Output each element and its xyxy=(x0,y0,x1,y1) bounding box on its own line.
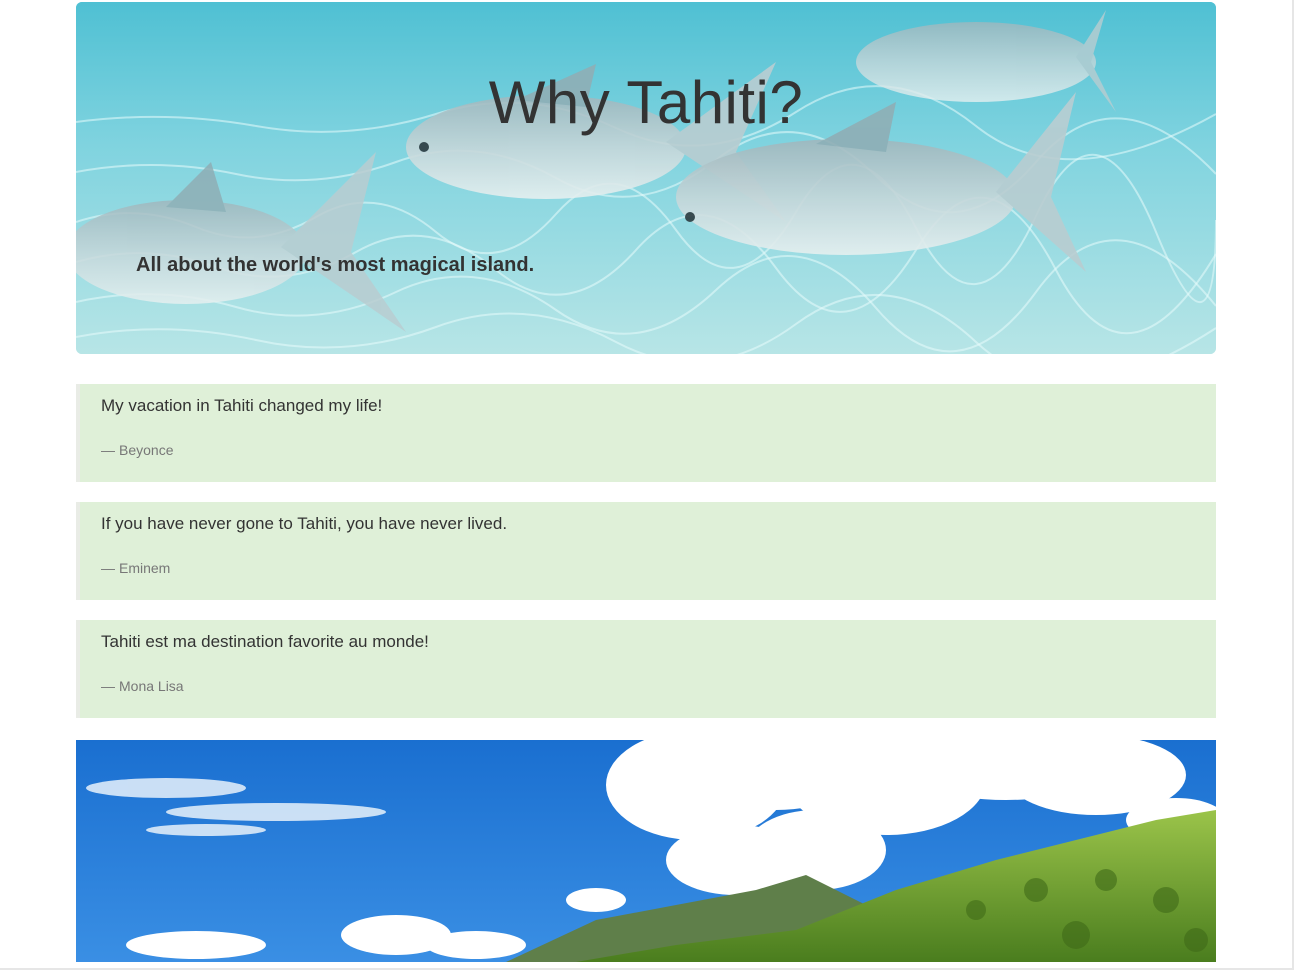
tahiti-landscape-image xyxy=(76,740,1216,962)
page-title: Why Tahiti? xyxy=(488,69,804,136)
hero-banner: Why Tahiti? All about the world's most m… xyxy=(76,2,1216,354)
quote-author-name: Mona Lisa xyxy=(119,678,184,694)
quote-author: — Mona Lisa xyxy=(101,678,184,694)
quote-dash: — xyxy=(101,442,115,458)
quote-card: My vacation in Tahiti changed my life! —… xyxy=(76,384,1216,482)
landscape-illustration xyxy=(76,740,1216,962)
quote-text: My vacation in Tahiti changed my life! xyxy=(101,396,383,415)
quote-text: If you have never gone to Tahiti, you ha… xyxy=(101,514,508,533)
quote-dash: — xyxy=(101,560,115,576)
quote-card: Tahiti est ma destination favorite au mo… xyxy=(76,620,1216,718)
quote-text: Tahiti est ma destination favorite au mo… xyxy=(101,632,429,651)
quote-author: — Beyonce xyxy=(101,442,173,458)
quote-author: — Eminem xyxy=(101,560,170,576)
hero-subtitle: All about the world's most magical islan… xyxy=(136,254,535,276)
quote-author-name: Eminem xyxy=(119,560,171,576)
main-container: Why Tahiti? All about the world's most m… xyxy=(76,2,1216,962)
underwater-fish-image xyxy=(76,2,1216,354)
quote-author-name: Beyonce xyxy=(119,442,174,458)
quote-dash: — xyxy=(101,678,115,694)
quote-card: If you have never gone to Tahiti, you ha… xyxy=(76,502,1216,600)
